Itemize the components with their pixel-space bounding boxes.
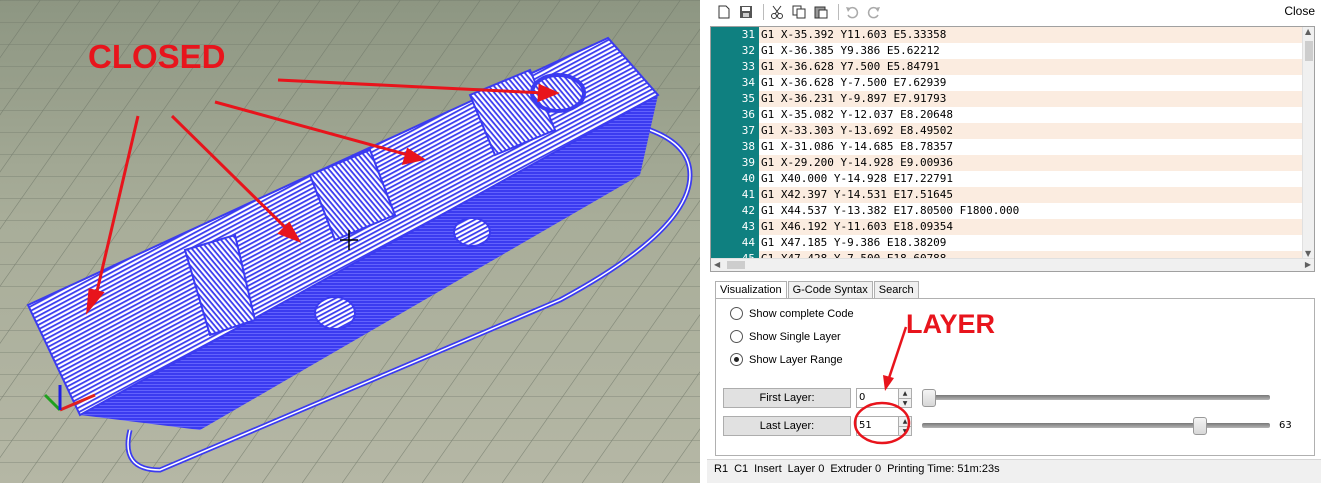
status-mode: Insert <box>754 463 782 475</box>
slider-track <box>922 395 1270 400</box>
code-line[interactable]: 40 G1 X40.000 Y-14.928 E17.22791 <box>711 171 1304 187</box>
code-line[interactable]: 41 G1 X42.397 Y-14.531 E17.51645 <box>711 187 1304 203</box>
cut-icon[interactable] <box>768 3 786 21</box>
code-text[interactable]: G1 X46.192 Y-11.603 E18.09354 <box>759 219 1304 235</box>
paste-icon[interactable] <box>812 3 830 21</box>
annotation-layer-marks <box>853 326 911 445</box>
visualization-panel: Show complete Code Show Single Layer Sho… <box>715 298 1315 456</box>
line-number: 32 <box>711 43 759 59</box>
radio-circle[interactable] <box>730 330 743 343</box>
toolbar-divider <box>838 4 839 20</box>
new-file-icon[interactable] <box>715 3 733 21</box>
scroll-up-icon[interactable]: ▲ <box>1305 27 1311 36</box>
vertical-scrollbar[interactable]: ▲ ▼ <box>1302 27 1314 258</box>
code-text[interactable]: G1 X47.185 Y-9.386 E18.38209 <box>759 235 1304 251</box>
slider-max-value: 63 <box>1279 420 1292 431</box>
radio-label: Show Layer Range <box>749 353 843 366</box>
line-number: 45 <box>711 251 759 258</box>
status-printing-time: Printing Time: 51m:23s <box>887 463 1000 475</box>
3d-viewport[interactable]: CLOSED <box>0 0 700 483</box>
line-number: 31 <box>711 27 759 43</box>
copy-icon[interactable] <box>790 3 808 21</box>
status-bar: R1 C1 Insert Layer 0 Extruder 0 Printing… <box>707 459 1321 483</box>
radio-show-single-layer[interactable]: Show Single Layer <box>730 330 841 343</box>
code-line[interactable]: 38 G1 X-31.086 Y-14.685 E8.78357 <box>711 139 1304 155</box>
code-text[interactable]: G1 X-36.628 Y7.500 E5.84791 <box>759 59 1304 75</box>
tab-gcode-syntax[interactable]: G-Code Syntax <box>787 281 873 299</box>
code-text[interactable]: G1 X44.537 Y-13.382 E17.80500 F1800.000 <box>759 203 1304 219</box>
code-line[interactable]: 37 G1 X-33.303 Y-13.692 E8.49502 <box>711 123 1304 139</box>
slider-track <box>922 423 1270 428</box>
vertical-scroll-thumb[interactable] <box>1305 41 1313 61</box>
line-number: 39 <box>711 155 759 171</box>
radio-circle[interactable] <box>730 353 743 366</box>
status-column: C1 <box>734 463 749 475</box>
code-line[interactable]: 44 G1 X47.185 Y-9.386 E18.38209 <box>711 235 1304 251</box>
status-layer: Layer 0 <box>787 463 825 475</box>
code-line[interactable]: 34 G1 X-36.628 Y-7.500 E7.62939 <box>711 75 1304 91</box>
code-text[interactable]: G1 X42.397 Y-14.531 E17.51645 <box>759 187 1304 203</box>
radio-label: Show Single Layer <box>749 330 841 343</box>
status-extruder: Extruder 0 <box>830 463 882 475</box>
line-number: 35 <box>711 91 759 107</box>
side-hole <box>453 217 491 247</box>
code-line[interactable]: 32 G1 X-36.385 Y9.386 E5.62212 <box>711 43 1304 59</box>
line-number: 40 <box>711 171 759 187</box>
line-number: 33 <box>711 59 759 75</box>
line-number: 41 <box>711 187 759 203</box>
line-number: 34 <box>711 75 759 91</box>
radio-label: Show complete Code <box>749 307 854 320</box>
gcode-editor-pane: Close 31 G1 X-35.392 Y11.603 E5.33358 32 G1… <box>707 0 1321 483</box>
code-text[interactable]: G1 X47.428 Y-7.500 E18.60788 <box>759 251 1304 258</box>
close-button[interactable]: Close <box>1284 4 1315 18</box>
code-line[interactable]: 35 G1 X-36.231 Y-9.897 E7.91793 <box>711 91 1304 107</box>
panel-tabs: Visualization G-Code Syntax Search <box>715 281 920 300</box>
scroll-left-icon[interactable]: ◀ <box>714 260 720 269</box>
last-layer-slider[interactable] <box>922 416 1270 436</box>
first-layer-slider[interactable] <box>922 388 1270 408</box>
gcode-editor[interactable]: 31 G1 X-35.392 Y11.603 E5.33358 32 G1 X-36.… <box>710 26 1315 272</box>
radio-circle[interactable] <box>730 307 743 320</box>
code-text[interactable]: G1 X-31.086 Y-14.685 E8.78357 <box>759 139 1304 155</box>
annotation-closed: CLOSED <box>88 38 226 75</box>
code-area[interactable]: 31 G1 X-35.392 Y11.603 E5.33358 32 G1 X-36.… <box>711 27 1304 258</box>
line-number: 43 <box>711 219 759 235</box>
code-text[interactable]: G1 X-35.082 Y-12.037 E8.20648 <box>759 107 1304 123</box>
code-line[interactable]: 36 G1 X-35.082 Y-12.037 E8.20648 <box>711 107 1304 123</box>
line-number: 42 <box>711 203 759 219</box>
side-hole <box>314 296 356 330</box>
line-number: 44 <box>711 235 759 251</box>
redo-icon[interactable] <box>865 3 883 21</box>
code-line[interactable]: 33 G1 X-36.628 Y7.500 E5.84791 <box>711 59 1304 75</box>
code-text[interactable]: G1 X-33.303 Y-13.692 E8.49502 <box>759 123 1304 139</box>
code-line[interactable]: 31 G1 X-35.392 Y11.603 E5.33358 <box>711 27 1304 43</box>
code-text[interactable]: G1 X40.000 Y-14.928 E17.22791 <box>759 171 1304 187</box>
code-text[interactable]: G1 X-35.392 Y11.603 E5.33358 <box>759 27 1304 43</box>
code-line[interactable]: 43 G1 X46.192 Y-11.603 E18.09354 <box>711 219 1304 235</box>
editor-toolbar: Close <box>707 0 1321 24</box>
horizontal-scrollbar[interactable]: ◀ ▶ <box>711 258 1314 271</box>
scroll-right-icon[interactable]: ▶ <box>1305 260 1311 269</box>
code-text[interactable]: G1 X-36.231 Y-9.897 E7.91793 <box>759 91 1304 107</box>
radio-show-layer-range[interactable]: Show Layer Range <box>730 353 843 366</box>
line-number: 38 <box>711 139 759 155</box>
toolbar-divider <box>763 4 764 20</box>
tab-search[interactable]: Search <box>873 281 919 299</box>
save-icon[interactable] <box>737 3 755 21</box>
line-number: 37 <box>711 123 759 139</box>
first-layer-button[interactable]: First Layer: <box>723 388 851 408</box>
undo-icon[interactable] <box>843 3 861 21</box>
code-text[interactable]: G1 X-29.200 Y-14.928 E9.00936 <box>759 155 1304 171</box>
horizontal-scroll-thumb[interactable] <box>727 261 745 269</box>
status-row: R1 <box>714 463 729 475</box>
last-layer-button[interactable]: Last Layer: <box>723 416 851 436</box>
code-line[interactable]: 39 G1 X-29.200 Y-14.928 E9.00936 <box>711 155 1304 171</box>
last-layer-slider-thumb[interactable] <box>1192 417 1207 435</box>
code-line[interactable]: 45G1 X47.428 Y-7.500 E18.60788 <box>711 251 1304 258</box>
code-line[interactable]: 42 G1 X44.537 Y-13.382 E17.80500 F1800.00… <box>711 203 1304 219</box>
scroll-down-icon[interactable]: ▼ <box>1305 249 1311 258</box>
line-number: 36 <box>711 107 759 123</box>
code-text[interactable]: G1 X-36.385 Y9.386 E5.62212 <box>759 43 1304 59</box>
code-text[interactable]: G1 X-36.628 Y-7.500 E7.62939 <box>759 75 1304 91</box>
